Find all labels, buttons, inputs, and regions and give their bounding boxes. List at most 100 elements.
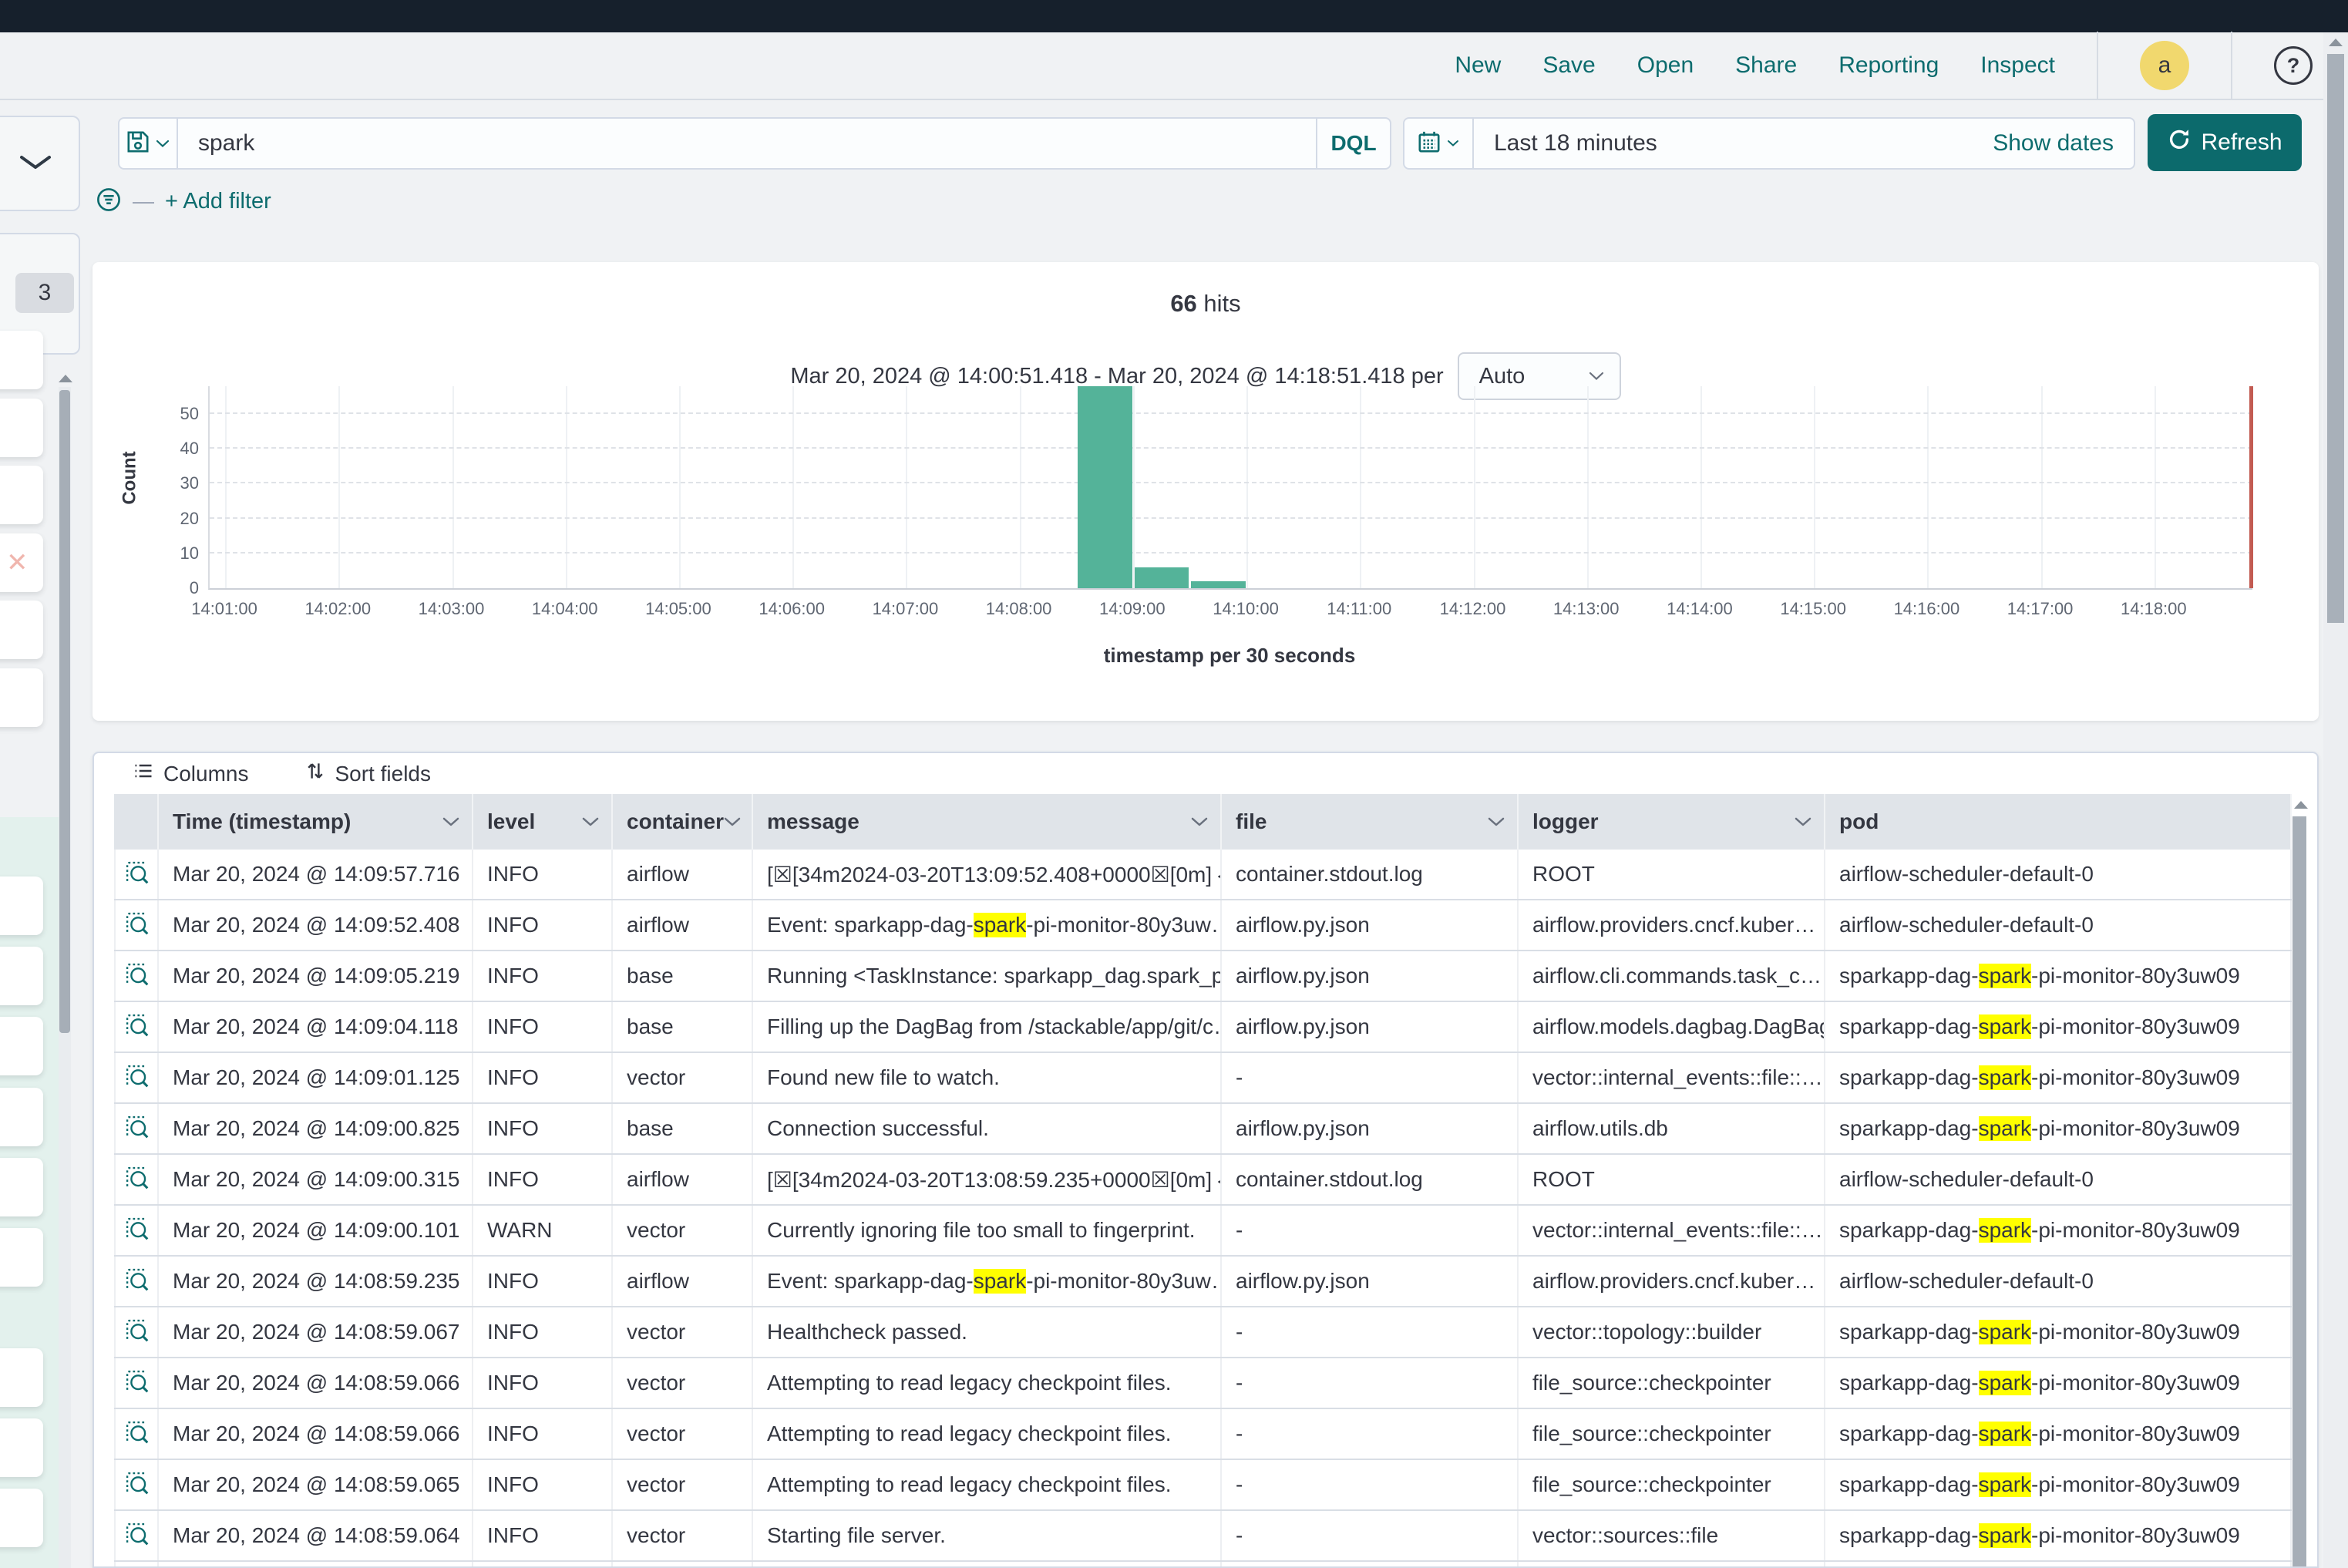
sidebar-field-card[interactable] (0, 601, 43, 659)
user-avatar[interactable]: a (2140, 41, 2189, 90)
y-tick-label: 50 (143, 404, 199, 424)
inspect-icon (123, 1062, 150, 1094)
nav-share[interactable]: Share (1735, 52, 1797, 79)
chevron-down-icon[interactable] (1191, 817, 1208, 827)
refresh-button[interactable]: Refresh (2148, 114, 2302, 171)
page-scroll-up-icon[interactable] (2329, 39, 2343, 46)
inspect-document-button[interactable] (114, 1460, 159, 1509)
search-input[interactable] (178, 119, 1316, 168)
inspect-document-button[interactable] (114, 1409, 159, 1459)
chevron-down-icon[interactable] (442, 817, 459, 827)
nav-inspect[interactable]: Inspect (1980, 52, 2055, 79)
cell-container: base (613, 951, 753, 1001)
highlighted-term: spark (1979, 1218, 2031, 1243)
inspect-document-button[interactable] (114, 1562, 159, 1568)
help-icon[interactable]: ? (2274, 46, 2313, 85)
inspect-icon (123, 1113, 150, 1145)
nav-save[interactable]: Save (1542, 52, 1595, 79)
table-header-time[interactable]: Time (timestamp) (159, 794, 473, 850)
sidebar-field-card[interactable]: ✕ (0, 533, 43, 592)
histogram-bar[interactable] (1135, 567, 1189, 588)
cell-logger: file_source::checkpointer (1519, 1460, 1825, 1509)
table-header-container[interactable]: container (613, 794, 753, 850)
results-table-panel: Columns Sort fields Time (timestamp)leve… (93, 752, 2319, 1568)
table-header-file[interactable]: file (1222, 794, 1519, 850)
sidebar-field-card[interactable] (0, 1348, 43, 1407)
nav-new[interactable]: New (1455, 52, 1501, 79)
sidebar-collapsed-panel[interactable] (0, 116, 80, 211)
x-tick-label: 14:07:00 (839, 599, 970, 619)
sidebar-field-card[interactable] (0, 668, 43, 727)
sort-fields-button[interactable]: Sort fields (305, 760, 431, 787)
table-header-logger[interactable]: logger (1519, 794, 1825, 850)
inspect-document-button[interactable] (114, 1155, 159, 1204)
cell-time: Mar 20, 2024 @ 14:08:59.066 (159, 1358, 473, 1408)
inspect-document-button[interactable] (114, 850, 159, 899)
chevron-down-icon (19, 154, 52, 171)
time-range-value[interactable]: Last 18 minutes (1474, 130, 1993, 156)
inspect-icon (123, 1418, 150, 1450)
cell-pod: sparkapp-dag-spark-pi-monitor-80y3uw09 (1825, 1206, 2292, 1255)
table-scrollbar-thumb[interactable] (2292, 816, 2306, 1568)
saved-query-menu-button[interactable] (119, 119, 178, 168)
inspect-document-button[interactable] (114, 1511, 159, 1560)
sidebar-field-card[interactable] (0, 947, 43, 1005)
table-toolbar: Columns Sort fields (94, 753, 2317, 794)
date-quick-select-button[interactable] (1404, 119, 1474, 168)
filter-icon[interactable] (96, 187, 122, 217)
cell-message: Currently ignoring file too small to fin… (753, 1206, 1222, 1255)
columns-button[interactable]: Columns (133, 760, 248, 787)
chevron-down-icon[interactable] (582, 817, 599, 827)
inspect-document-button[interactable] (114, 1053, 159, 1102)
chevron-down-icon[interactable] (1795, 817, 1811, 827)
inspect-document-button[interactable] (114, 1307, 159, 1357)
query-language-button[interactable]: DQL (1316, 119, 1390, 168)
chevron-down-icon[interactable] (1488, 817, 1505, 827)
inspect-document-button[interactable] (114, 1104, 159, 1153)
table-header-pod[interactable]: pod (1825, 794, 2292, 850)
grid-line (452, 386, 454, 588)
remove-field-icon[interactable]: ✕ (6, 547, 29, 578)
cell-container: airflow (613, 1155, 753, 1204)
table-header-message[interactable]: message (753, 794, 1222, 850)
add-filter-button[interactable]: + Add filter (165, 189, 271, 214)
cell-message: Attempting to read legacy checkpoint fil… (753, 1409, 1222, 1459)
nav-open[interactable]: Open (1637, 52, 1694, 79)
sidebar-field-card[interactable] (0, 331, 43, 389)
sidebar-field-card[interactable] (0, 1418, 43, 1477)
table-header-level[interactable]: level (473, 794, 613, 850)
sidebar-field-card[interactable] (0, 1489, 43, 1547)
histogram-bar[interactable] (1078, 386, 1132, 588)
sidebar-scrollbar-thumb[interactable] (59, 390, 70, 1033)
table-scroll-up-icon[interactable] (2294, 801, 2308, 809)
nav-reporting[interactable]: Reporting (1838, 52, 1939, 79)
top-window-bar (0, 0, 2348, 32)
histogram-bar[interactable] (1191, 581, 1246, 588)
inspect-document-button[interactable] (114, 1257, 159, 1306)
cell-time (159, 1562, 473, 1568)
cell-file (1222, 1562, 1519, 1568)
cell-message: Event: sparkapp-dag-spark-pi-monitor-80y… (753, 1257, 1222, 1306)
chevron-down-icon[interactable] (724, 817, 741, 827)
sidebar-field-card[interactable] (0, 1017, 43, 1075)
grid-line (2041, 386, 2043, 588)
histogram-plot[interactable] (208, 386, 2252, 590)
inspect-document-button[interactable] (114, 1002, 159, 1052)
show-dates-button[interactable]: Show dates (1993, 130, 2134, 156)
sidebar-scroll-up-icon[interactable] (59, 375, 72, 382)
sidebar-field-card[interactable] (0, 399, 43, 457)
sidebar-field-card[interactable] (0, 877, 43, 935)
inspect-document-button[interactable] (114, 951, 159, 1001)
cell-container: airflow (613, 1257, 753, 1306)
inspect-document-button[interactable] (114, 900, 159, 950)
sidebar-field-card[interactable] (0, 1088, 43, 1146)
sidebar-field-card[interactable] (0, 1158, 43, 1216)
inspect-document-button[interactable] (114, 1358, 159, 1408)
inspect-document-button[interactable] (114, 1206, 159, 1255)
time-range-end-marker (2249, 386, 2253, 588)
cell-container: airflow (613, 900, 753, 950)
sidebar-field-card[interactable] (0, 466, 43, 524)
sidebar-field-card[interactable] (0, 1228, 43, 1287)
highlighted-term: spark (1979, 964, 2031, 988)
page-scrollbar-thumb[interactable] (2327, 54, 2344, 623)
